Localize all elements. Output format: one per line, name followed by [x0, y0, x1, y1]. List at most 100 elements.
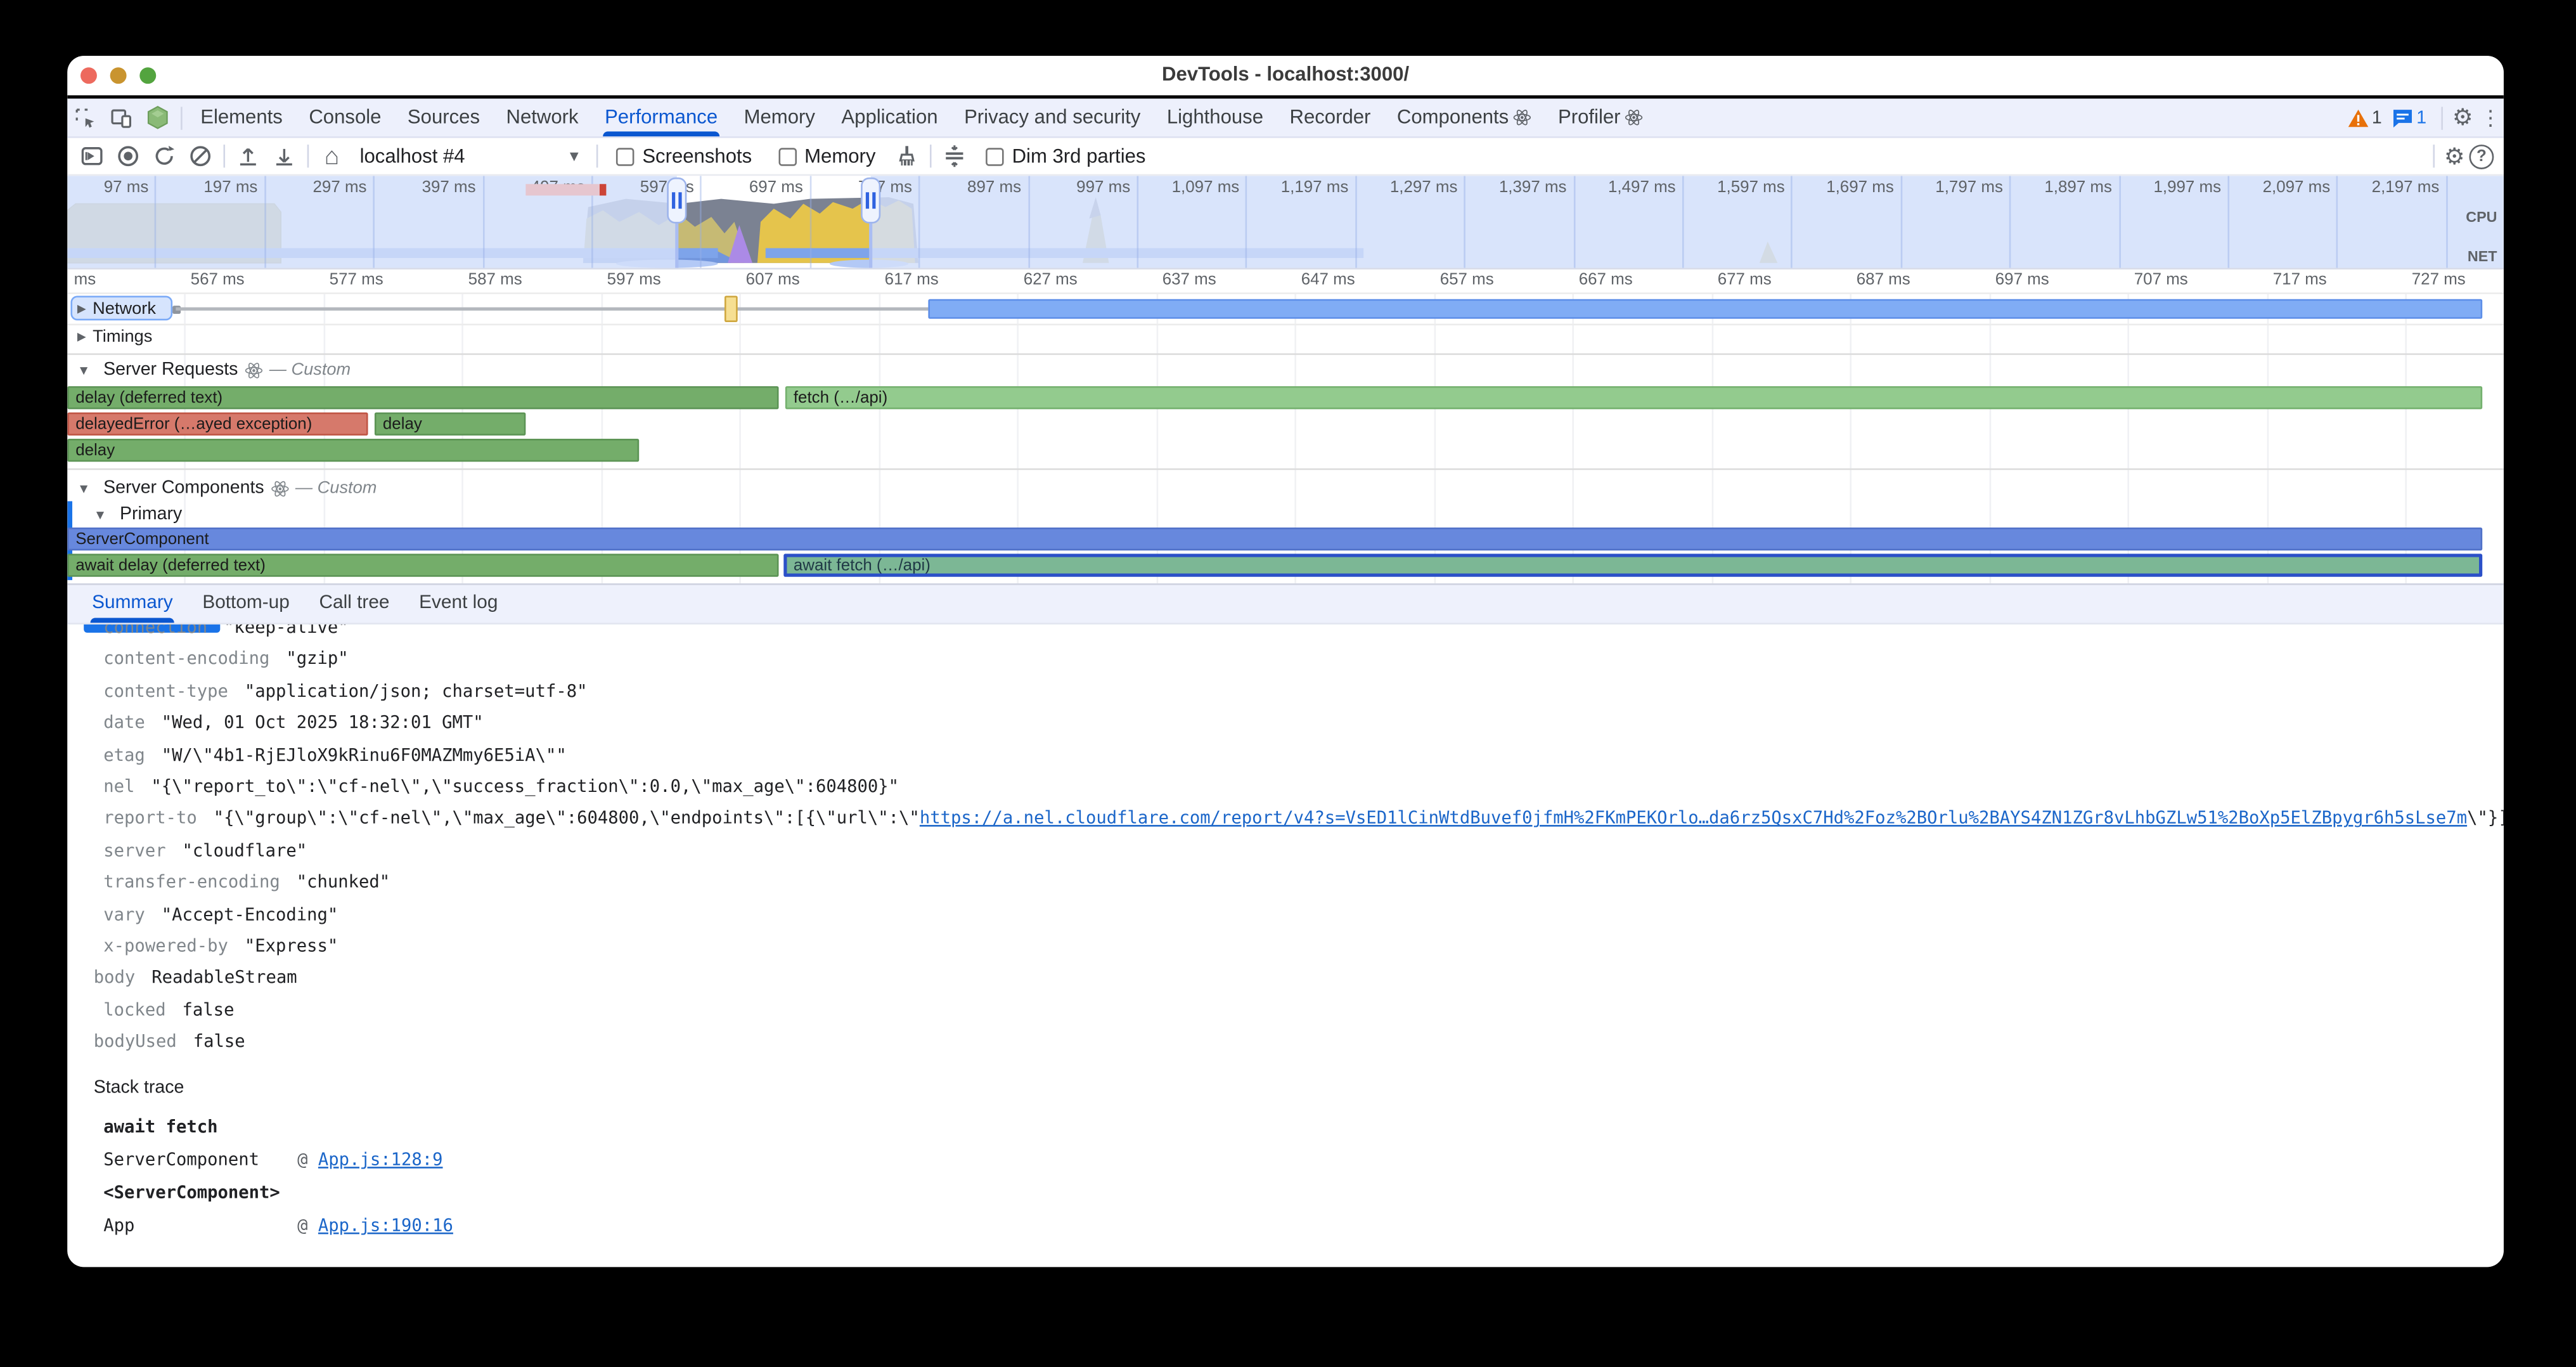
report-endpoint-link[interactable]: https://a.nel.cloudflare.com/report/v4?s…	[920, 809, 2467, 829]
record-icon[interactable]	[110, 141, 146, 171]
detail-time-ruler: ms567 ms577 ms587 ms597 ms607 ms617 ms62…	[67, 269, 2504, 294]
tab-bottom-up[interactable]: Bottom-up	[188, 585, 304, 623]
flame-bar[interactable]: delay	[375, 413, 525, 436]
selection-edge-line	[675, 219, 678, 268]
overview-gridline	[1355, 176, 1357, 268]
property-row[interactable]: content-encoding"gzip"	[103, 645, 348, 676]
show-ignore-listed-frames-link[interactable]: Show ignore-listed frames	[103, 1249, 446, 1267]
device-toolbar-icon[interactable]	[103, 101, 139, 134]
tab-console[interactable]: Console	[296, 99, 395, 137]
flame-bar[interactable]: delay	[67, 439, 639, 462]
dim-3rd-parties-checkbox[interactable]: Dim 3rd parties	[986, 145, 1145, 167]
source-location-link[interactable]: App.js:128:9	[318, 1150, 443, 1170]
ruler-time-label: 687 ms	[1857, 271, 1910, 290]
tab-performance[interactable]: Performance	[591, 99, 731, 137]
disclosure-down-icon[interactable]: ▼	[94, 507, 107, 522]
record-and-reload-icon[interactable]	[146, 141, 183, 171]
property-row[interactable]: x-powered-by"Express"	[103, 932, 338, 963]
tab-components[interactable]: Components	[1384, 99, 1545, 137]
ruler-time-label: 647 ms	[1301, 271, 1355, 290]
tab-application[interactable]: Application	[828, 99, 951, 137]
property-row[interactable]: lockedfalse	[103, 995, 234, 1027]
tab-summary[interactable]: Summary	[77, 585, 188, 623]
property-row[interactable]: etag"W/\"4b1-RjEJloX9kRinu6F0MAZMmy6E5iA…	[103, 741, 566, 772]
tab-memory[interactable]: Memory	[731, 99, 828, 137]
react-devtools-logo-icon	[139, 101, 176, 134]
settings-gear-icon[interactable]: ⚙	[2448, 103, 2478, 131]
property-row[interactable]: transfer-encoding"chunked"	[103, 868, 390, 899]
tab-recorder[interactable]: Recorder	[1277, 99, 1384, 137]
tab-sources[interactable]: Sources	[394, 99, 493, 137]
property-row[interactable]: vary"Accept-Encoding"	[103, 900, 338, 931]
garbage-collect-icon[interactable]	[889, 141, 925, 171]
flame-bar[interactable]: delayedError (…ayed exception)	[67, 413, 368, 436]
network-request-bar[interactable]	[928, 299, 2482, 319]
primary-group-header[interactable]: ▼ Primary	[94, 505, 182, 524]
flame-bar[interactable]: await fetch (…/api)	[783, 554, 2482, 576]
flame-bar[interactable]: fetch (…/api)	[785, 386, 2482, 409]
server-components-header[interactable]: ▼ Server Components — Custom	[77, 478, 377, 498]
overview-time-label: 2,097 ms	[2263, 179, 2337, 198]
save-profile-icon[interactable]	[266, 141, 302, 171]
property-row[interactable]: bodyUsedfalse	[94, 1027, 245, 1058]
server-requests-header[interactable]: ▼ Server Requests — Custom	[77, 360, 351, 380]
overview-gridline	[155, 176, 157, 268]
request-queueing-marker[interactable]	[724, 296, 738, 322]
stack-frame: <ServerComponent>	[103, 1183, 280, 1203]
flame-chart-tracks[interactable]: ▶ Network ▶ Timings ▼ Server Requests	[67, 294, 2504, 583]
tab-call-tree[interactable]: Call tree	[304, 585, 404, 623]
inspect-element-icon[interactable]	[67, 101, 103, 134]
tab-profiler[interactable]: Profiler	[1545, 99, 1656, 137]
flame-bar[interactable]: await delay (deferred text)	[67, 554, 778, 576]
devtools-window: DevTools - localhost:3000/ Elements Cons…	[67, 56, 2504, 1267]
property-row[interactable]: date"Wed, 01 Oct 2025 18:32:01 GMT"	[103, 709, 483, 740]
overview-time-label: 997 ms	[1076, 179, 1137, 198]
tab-network[interactable]: Network	[493, 99, 592, 137]
property-key: bodyUsed	[94, 1027, 177, 1058]
disclosure-right-icon[interactable]: ▶	[77, 330, 86, 344]
issues-warning-badge[interactable]: 1	[2347, 108, 2382, 127]
flame-bar[interactable]: delay (deferred text)	[67, 386, 778, 409]
clear-icon[interactable]	[183, 141, 219, 171]
property-row[interactable]: content-type"application/json; charset=u…	[103, 677, 587, 708]
property-row[interactable]: bodyReadableStream	[94, 964, 297, 995]
frame-location: @ App.js:128:9	[297, 1150, 442, 1170]
messages-badge[interactable]: 1	[2392, 108, 2426, 127]
property-row[interactable]: server"cloudflare"	[103, 836, 307, 867]
collapse-flame-icon[interactable]	[936, 141, 972, 171]
history-select[interactable]: localhost #4 ▼	[360, 145, 582, 167]
property-row[interactable]: report-to"{\"group\":\"cf-nel\",\"max_ag…	[103, 804, 2504, 835]
help-icon[interactable]: ?	[2469, 144, 2494, 169]
timeline-overview[interactable]: 97 ms197 ms297 ms397 ms497 ms597 ms697 m…	[67, 176, 2504, 269]
record-and-navigate-icon[interactable]	[74, 141, 110, 171]
tab-lighthouse[interactable]: Lighthouse	[1154, 99, 1277, 137]
timings-track-row[interactable]: ▶ Timings	[67, 324, 2504, 355]
more-options-icon[interactable]: ⋮	[2477, 105, 2503, 131]
flame-bar[interactable]: ServerComponent	[67, 528, 2482, 550]
checkbox-box	[778, 147, 797, 165]
tab-event-log[interactable]: Event log	[404, 585, 513, 623]
cpu-lane-label: CPU	[2466, 209, 2497, 225]
source-location-link[interactable]: App.js:190:16	[318, 1216, 453, 1236]
disclosure-down-icon[interactable]: ▼	[77, 362, 91, 377]
load-profile-icon[interactable]	[230, 141, 266, 171]
performance-toolbar: ⌂ localhost #4 ▼ Screenshots Memory	[67, 138, 2504, 176]
screenshots-checkbox[interactable]: Screenshots	[616, 145, 752, 167]
network-track-row[interactable]: ▶ Network	[67, 294, 2504, 325]
tab-elements[interactable]: Elements	[187, 99, 295, 137]
summary-pane[interactable]: connection"keep-alive"content-encoding"g…	[67, 625, 2504, 1267]
chat-bubble-icon	[2392, 108, 2413, 127]
ruler-time-label: 697 ms	[1995, 271, 2049, 290]
property-row[interactable]: nel"{\"report_to\":\"cf-nel\",\"success_…	[103, 772, 899, 803]
network-track-label[interactable]: ▶ Network	[70, 296, 172, 321]
capture-settings-gear-icon[interactable]: ⚙	[2440, 142, 2470, 170]
memory-checkbox[interactable]: Memory	[778, 145, 876, 167]
disclosure-down-icon[interactable]: ▼	[77, 481, 91, 495]
selection-right-handle[interactable]	[861, 178, 880, 224]
selection-left-handle[interactable]	[667, 178, 686, 224]
tab-privacy-and-security[interactable]: Privacy and security	[951, 99, 1154, 137]
overview-gridline	[918, 176, 920, 268]
disclosure-right-icon[interactable]: ▶	[77, 302, 86, 315]
home-icon[interactable]: ⌂	[314, 141, 350, 171]
property-row[interactable]: connection"keep-alive"	[103, 625, 348, 644]
